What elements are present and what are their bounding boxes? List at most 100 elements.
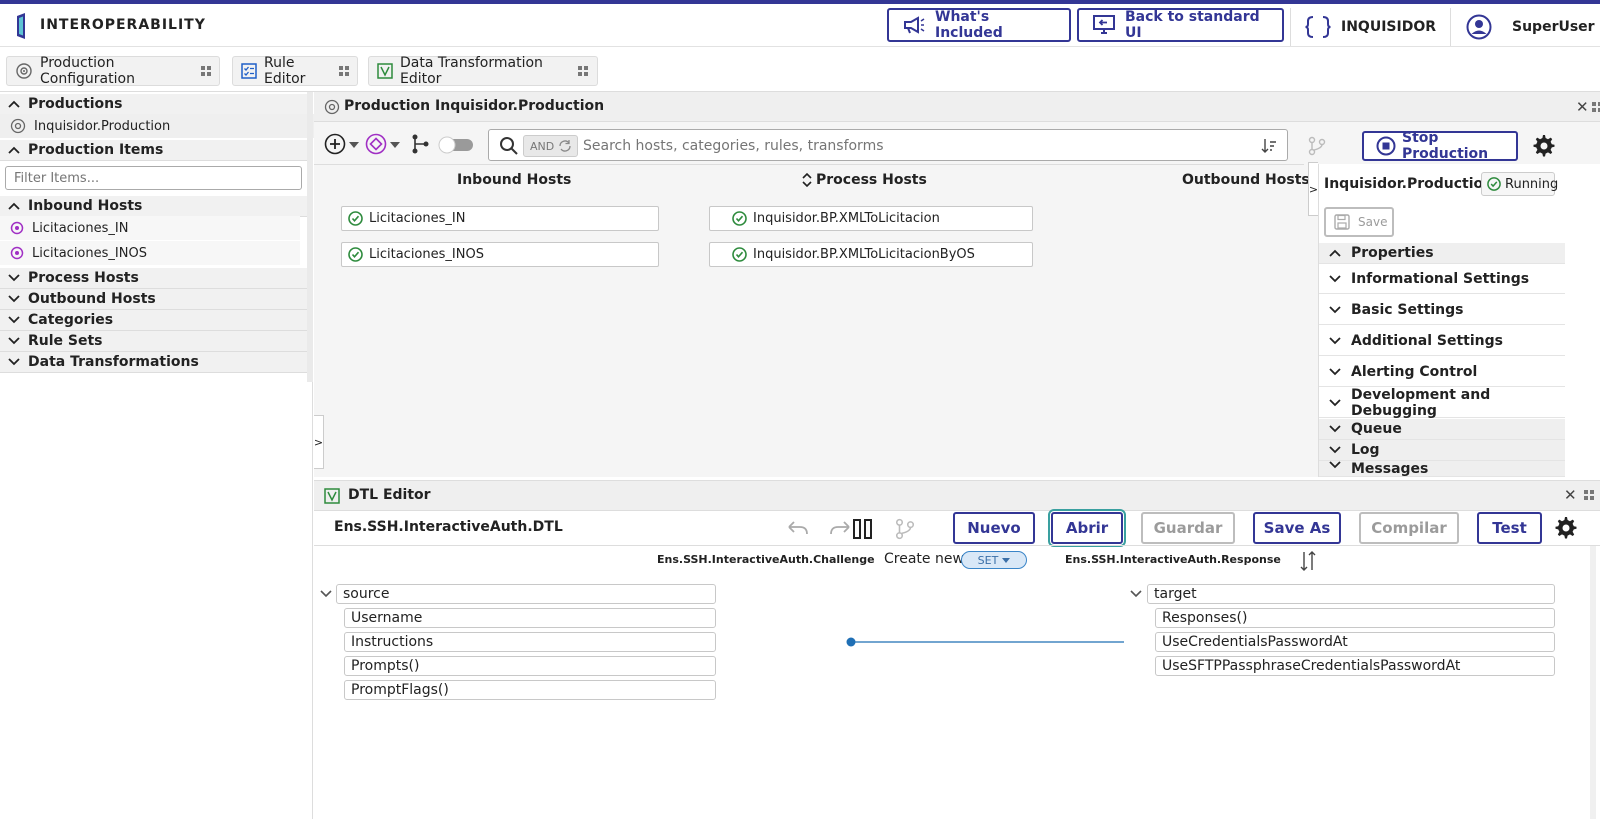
branch-icon[interactable] <box>1308 136 1326 156</box>
header-divider <box>1290 8 1291 46</box>
host-target-icon <box>10 221 24 235</box>
log-section-header[interactable]: Log <box>1319 440 1565 461</box>
chevron-down-icon[interactable] <box>1130 590 1142 598</box>
production-icon <box>324 99 340 115</box>
namespace-switcher[interactable]: INQUISIDOR <box>1305 8 1436 46</box>
tab-data-transformation-editor[interactable]: Data Transformation Editor <box>368 55 598 87</box>
tab-rule-editor[interactable]: Rule Editor <box>232 55 358 87</box>
close-icon[interactable]: ✕ <box>1564 486 1577 504</box>
drag-handle-icon[interactable] <box>338 66 349 76</box>
process-host-card[interactable]: Inquisidor.BP.XMLToLicitacionByOS <box>709 242 1033 267</box>
user-menu[interactable]: SuperUser <box>1466 8 1595 46</box>
production-panel: Production Inquisidor.Production ✕ AND I… <box>314 92 1600 477</box>
search-input[interactable] <box>583 137 1233 155</box>
status-ok-icon <box>1487 177 1501 191</box>
process-hosts-section-header[interactable]: Process Hosts <box>0 268 307 289</box>
test-button[interactable]: Test <box>1477 512 1542 544</box>
production-list-item[interactable]: Inquisidor.Production <box>0 114 316 138</box>
chevron-down-icon <box>1329 446 1341 454</box>
save-as-button[interactable]: Save As <box>1253 512 1341 544</box>
sort-icon[interactable] <box>1261 138 1277 154</box>
target-field[interactable]: Responses() <box>1155 608 1555 628</box>
save-button[interactable]: Save <box>1324 207 1394 237</box>
back-to-standard-ui-button[interactable]: Back to standard UI <box>1077 8 1284 42</box>
branch-icon[interactable] <box>894 518 916 540</box>
categories-section-header[interactable]: Categories <box>0 310 307 331</box>
header-divider <box>1450 8 1451 46</box>
target-field[interactable]: UseSFTPPassphraseCredentialsPasswordAt <box>1155 656 1555 676</box>
status-ok-icon <box>732 247 747 262</box>
expand-left-panel-handle[interactable]: > <box>314 415 324 469</box>
add-item-icon[interactable] <box>324 133 346 155</box>
inbound-host-card[interactable]: Licitaciones_INOS <box>341 242 659 267</box>
user-name: SuperUser <box>1512 19 1595 35</box>
compilar-button[interactable]: Compilar <box>1359 512 1459 544</box>
alerting-control-section[interactable]: Alerting Control <box>1319 357 1565 387</box>
messages-section-header[interactable]: Messages <box>1319 461 1565 477</box>
whats-included-button[interactable]: What's Included <box>887 8 1071 42</box>
data-transformations-section-header[interactable]: Data Transformations <box>0 352 307 373</box>
caret-down-icon <box>1002 557 1011 563</box>
process-host-card[interactable]: Inquisidor.BP.XMLToLicitacion <box>709 206 1033 231</box>
chevron-down-icon[interactable] <box>390 142 400 148</box>
chevron-up-icon <box>8 146 20 154</box>
status-ok-icon <box>732 211 747 226</box>
and-or-toggle[interactable]: AND <box>523 135 578 157</box>
outbound-hosts-section-header[interactable]: Outbound Hosts <box>0 289 307 310</box>
connections-toggle[interactable] <box>435 136 475 154</box>
undo-icon[interactable] <box>786 521 810 537</box>
nuevo-button[interactable]: Nuevo <box>953 512 1035 544</box>
basic-settings-section[interactable]: Basic Settings <box>1319 295 1565 325</box>
source-root-field[interactable]: source <box>336 584 716 604</box>
development-debugging-section[interactable]: Development and Debugging <box>1319 387 1565 419</box>
namespace-label: INQUISIDOR <box>1341 19 1436 35</box>
back-to-standard-label: Back to standard UI <box>1125 9 1260 41</box>
informational-settings-section[interactable]: Informational Settings <box>1319 264 1565 294</box>
search-bar[interactable]: AND <box>488 129 1288 161</box>
inbound-hosts-section-header[interactable]: Inbound Hosts <box>0 196 307 217</box>
dtl-scrollbar[interactable] <box>1590 546 1596 819</box>
filter-items-input[interactable] <box>5 166 302 190</box>
drag-handle-icon[interactable] <box>578 66 589 76</box>
inbound-host-item[interactable]: Licitaciones_IN <box>0 216 300 240</box>
production-panel-header: Production Inquisidor.Production ✕ <box>314 92 1600 122</box>
close-icon[interactable]: ✕ <box>1576 98 1589 116</box>
abrir-button[interactable]: Abrir <box>1048 509 1126 547</box>
properties-section-header[interactable]: Properties <box>1319 243 1565 264</box>
rule-sets-section-header[interactable]: Rule Sets <box>0 331 307 352</box>
left-panel-scrollbar[interactable] <box>307 92 313 382</box>
drag-handle-icon[interactable] <box>1584 490 1596 500</box>
redo-icon[interactable] <box>828 521 852 537</box>
expand-right-panel-handle[interactable]: > <box>1308 162 1318 216</box>
production-items-section-header[interactable]: Production Items <box>0 140 307 161</box>
drag-handle-icon[interactable] <box>200 66 211 76</box>
productions-section-header[interactable]: Productions <box>0 94 307 115</box>
inbound-host-item[interactable]: Licitaciones_INOS <box>0 241 300 265</box>
queue-section-header[interactable]: Queue <box>1319 419 1565 440</box>
inbound-host-card[interactable]: Licitaciones_IN <box>341 206 659 231</box>
source-field[interactable]: PromptFlags() <box>344 680 716 700</box>
stop-production-button[interactable]: Stop Production <box>1362 130 1518 162</box>
business-process-icon[interactable] <box>365 133 387 155</box>
tab-label: Rule Editor <box>264 55 306 87</box>
gear-icon[interactable] <box>1554 516 1578 540</box>
mapping-connector-line[interactable] <box>844 635 1124 649</box>
additional-settings-section[interactable]: Additional Settings <box>1319 326 1565 356</box>
source-field[interactable]: Username <box>344 608 716 628</box>
column-header-process[interactable]: Process Hosts <box>802 172 927 188</box>
source-field[interactable]: Instructions <box>344 632 716 652</box>
tab-production-configuration[interactable]: Production Configuration <box>6 55 220 87</box>
drag-handle-icon[interactable] <box>1592 102 1600 112</box>
gear-icon[interactable] <box>1532 134 1556 158</box>
chevron-down-icon[interactable] <box>320 590 332 598</box>
swap-sort-icon[interactable] <box>1298 550 1318 572</box>
chevron-down-icon[interactable] <box>349 142 359 148</box>
chevron-down-icon <box>8 295 20 303</box>
target-field[interactable]: UseCredentialsPasswordAt <box>1155 632 1555 652</box>
split-view-icon[interactable] <box>852 518 874 540</box>
set-action-dropdown[interactable]: SET <box>961 551 1027 569</box>
guardar-button[interactable]: Guardar <box>1141 512 1235 544</box>
connections-icon[interactable] <box>410 133 432 155</box>
target-root-field[interactable]: target <box>1147 584 1555 604</box>
source-field[interactable]: Prompts() <box>344 656 716 676</box>
